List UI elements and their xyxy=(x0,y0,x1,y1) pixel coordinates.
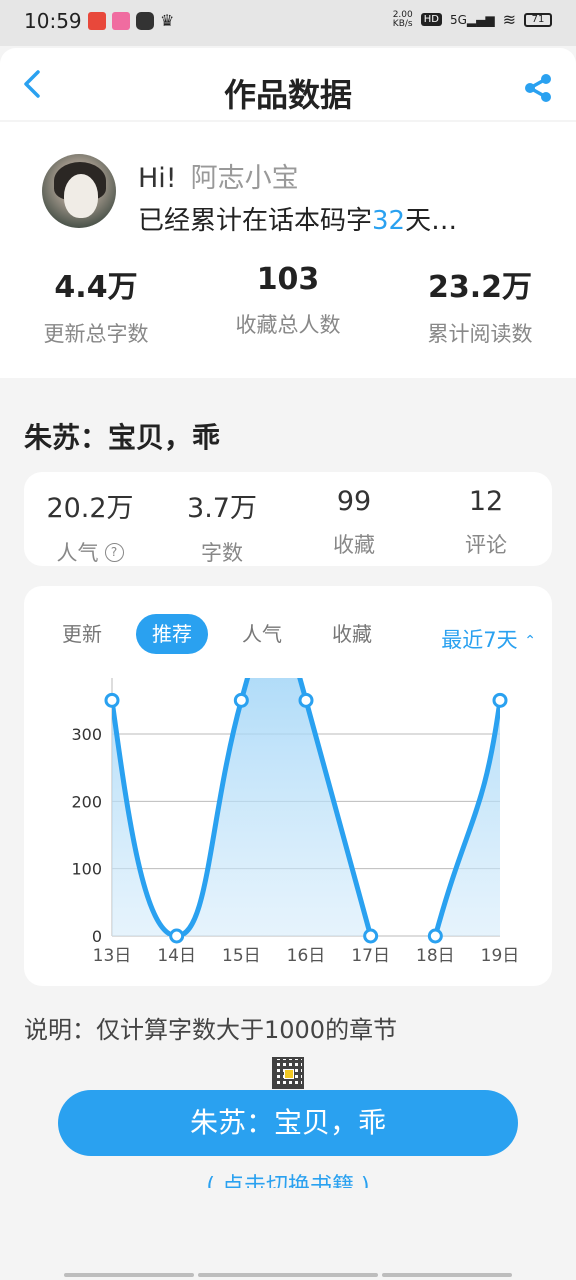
data-point xyxy=(298,692,314,708)
qr-code-icon xyxy=(272,1057,304,1089)
stat-comments: 12 评论 xyxy=(420,472,552,566)
nav-bar-segment xyxy=(64,1273,194,1277)
tab-favorites[interactable]: 收藏 xyxy=(316,614,388,654)
greeting-line: Hi! 阿志小宝 xyxy=(138,156,299,195)
note-text: 说明：仅计算字数大于1000的章节 xyxy=(24,1016,398,1044)
book-button[interactable]: 朱苏：宝贝，乖 xyxy=(58,1090,518,1156)
network-type: 5G xyxy=(449,12,467,27)
avatar[interactable] xyxy=(42,154,116,228)
tab-recommend[interactable]: 推荐 xyxy=(136,614,208,654)
comic-app-icon xyxy=(112,12,130,30)
status-app-icons: ♛ xyxy=(88,12,178,30)
stat-favorites-label: 收藏 xyxy=(333,533,375,557)
y-tick-label: 200 xyxy=(71,792,102,811)
stat-popularity-value: 20.2万 xyxy=(46,493,134,524)
battery-icon: 71 xyxy=(524,12,552,27)
total-favorites: 103 收藏总人数 xyxy=(192,262,384,348)
net-speed-unit: KB/s xyxy=(392,18,413,29)
y-tick-label: 100 xyxy=(71,860,102,879)
series-area xyxy=(112,678,500,936)
work-title: 朱苏：宝贝，乖 xyxy=(24,421,221,454)
crown-icon: ♛ xyxy=(160,11,175,30)
nav-bar-segment xyxy=(382,1273,512,1277)
stat-popularity: 20.2万 人气 ? xyxy=(24,472,156,566)
data-point xyxy=(492,692,508,708)
days-suffix: 天… xyxy=(405,206,458,236)
avatar-face xyxy=(64,174,98,218)
x-tick-label: 17日 xyxy=(351,946,390,966)
total-reads: 23.2万 累计阅读数 xyxy=(384,262,576,348)
signal-icon: 5G▂▄▆ xyxy=(449,12,495,27)
days-prefix: 已经累计在话本码字 xyxy=(138,206,373,236)
x-tick-label: 18日 xyxy=(416,946,455,966)
net-speed: 2.00 KB/s xyxy=(392,10,413,29)
total-words-value: 4.4万 xyxy=(54,270,138,305)
video-app-icon xyxy=(136,12,154,30)
total-words: 4.4万 更新总字数 xyxy=(0,262,192,348)
total-favorites-value: 103 xyxy=(256,262,320,297)
switch-book-link[interactable]: ( 点击切换书籍 ) xyxy=(0,1172,576,1188)
x-tick-label: 16日 xyxy=(287,946,326,966)
chart-tabs: 更新 推荐 人气 收藏 xyxy=(46,614,388,654)
writing-days-line: 已经累计在话本码字32天… xyxy=(138,200,457,237)
total-favorites-label: 收藏总人数 xyxy=(235,313,341,337)
x-tick-label: 19日 xyxy=(481,946,520,966)
stat-comments-value: 12 xyxy=(468,486,504,517)
stat-words-value: 3.7万 xyxy=(187,493,257,524)
range-selector[interactable]: 最近7天 ⌃ xyxy=(441,624,536,654)
status-bar: 10:59 ♛ 2.00 KB/s HD 5G▂▄▆ ≋ 71 xyxy=(0,0,576,46)
data-point xyxy=(363,928,379,944)
share-icon xyxy=(525,74,551,102)
profile-card: Hi! 阿志小宝 已经累计在话本码字32天… 4.4万 更新总字数 103 收藏总… xyxy=(0,122,576,378)
stat-words: 3.7万 字数 xyxy=(156,472,288,566)
chart-card: 0 100 200 300 13日 14日 15日 16日 17日 18日 19日 更新 推荐 人气… xyxy=(24,586,552,986)
data-point xyxy=(427,928,443,944)
app-header: 作品数据 xyxy=(0,48,576,120)
stat-comments-label: 评论 xyxy=(465,533,507,557)
x-tick-label: 14日 xyxy=(157,946,196,966)
range-label: 最近7天 xyxy=(441,628,518,652)
help-icon[interactable]: ? xyxy=(104,542,124,562)
share-button[interactable] xyxy=(522,72,554,104)
calendar-app-icon xyxy=(88,12,106,30)
work-stats-card: 20.2万 人气 ? 3.7万 字数 99 收藏 12 评论 xyxy=(24,472,552,566)
stat-favorites: 99 收藏 xyxy=(288,472,420,566)
status-time: 10:59 xyxy=(24,9,82,33)
y-tick-label: 300 xyxy=(71,725,102,744)
tab-popularity[interactable]: 人气 xyxy=(226,614,298,654)
tab-update[interactable]: 更新 xyxy=(46,614,118,654)
stat-popularity-label-row: 人气 ? xyxy=(24,537,156,567)
stat-popularity-label: 人气 xyxy=(56,541,99,565)
data-point xyxy=(169,928,185,944)
sort-arrows-icon: ⌃ xyxy=(524,633,536,649)
total-words-label: 更新总字数 xyxy=(43,322,149,346)
greeting: Hi! xyxy=(138,163,177,194)
y-tick-label: 0 xyxy=(92,927,102,946)
total-reads-value: 23.2万 xyxy=(427,270,533,305)
hd-badge: HD xyxy=(420,13,442,26)
x-tick-label: 13日 xyxy=(93,946,132,966)
data-point xyxy=(104,692,120,708)
total-reads-label: 累计阅读数 xyxy=(427,322,533,346)
days-count: 32 xyxy=(372,206,406,236)
stat-words-label: 字数 xyxy=(201,541,243,565)
stat-favorites-value: 99 xyxy=(336,486,372,517)
qr-center xyxy=(284,1069,294,1079)
page-title: 作品数据 xyxy=(223,76,352,114)
status-indicators: 2.00 KB/s HD 5G▂▄▆ ≋ 71 xyxy=(393,10,552,29)
wifi-icon: ≋ xyxy=(502,10,516,29)
nickname: 阿志小宝 xyxy=(190,163,299,194)
nav-bar-segment xyxy=(198,1273,378,1277)
data-point xyxy=(233,692,249,708)
x-tick-label: 15日 xyxy=(222,946,261,966)
author-totals: 4.4万 更新总字数 103 收藏总人数 23.2万 累计阅读数 xyxy=(0,262,576,348)
